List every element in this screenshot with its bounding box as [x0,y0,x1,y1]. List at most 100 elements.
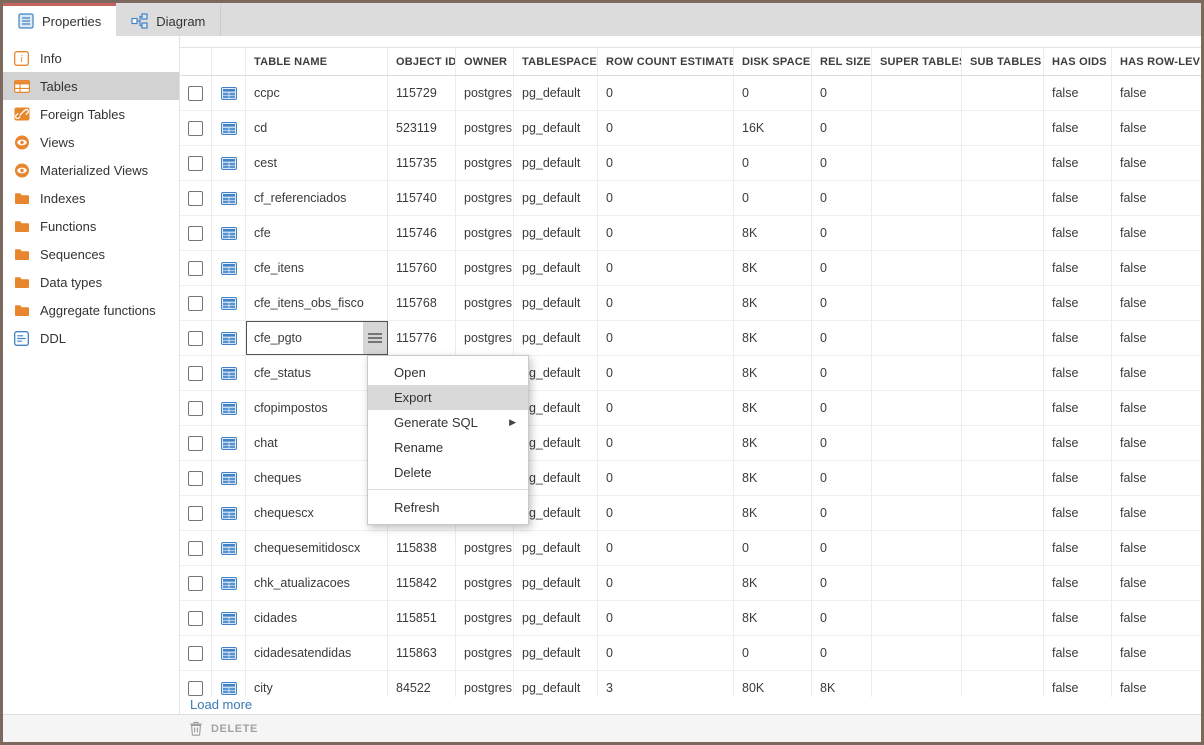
cell-relSize[interactable]: 0 [812,356,872,390]
menu-item-generate-sql[interactable]: Generate SQL▶ [368,410,528,435]
cell-diskSpace[interactable]: 8K [734,391,812,425]
cell-superTables[interactable] [872,426,962,460]
cell-relSize[interactable]: 0 [812,181,872,215]
cell-subTables[interactable] [962,671,1044,697]
cell-relSize[interactable]: 0 [812,111,872,145]
cell-hasOids[interactable]: false [1044,181,1112,215]
row-checkbox[interactable] [188,296,203,311]
tab-diagram[interactable]: Diagram [116,3,221,36]
cell-rowCountEstimate[interactable]: 0 [598,496,734,530]
cell-tablespace[interactable]: pg_default [514,286,598,320]
cell-subTables[interactable] [962,496,1044,530]
cell-diskSpace[interactable]: 8K [734,356,812,390]
cell-relSize[interactable]: 0 [812,216,872,250]
cell-tablespace[interactable]: pg_default [514,531,598,565]
table-row[interactable]: chequespg_default08K0falsefalse [180,461,1201,496]
row-checkbox[interactable] [188,576,203,591]
cell-superTables[interactable] [872,391,962,425]
cell-name[interactable]: cidades [246,601,388,635]
delete-button[interactable]: DELETE [189,721,258,736]
menu-item-refresh[interactable]: Refresh [368,495,528,520]
cell-rowCountEstimate[interactable]: 0 [598,426,734,460]
cell-diskSpace[interactable]: 0 [734,146,812,180]
cell-rowCountEstimate[interactable]: 0 [598,76,734,110]
row-checkbox[interactable] [188,86,203,101]
row-checkbox[interactable] [188,261,203,276]
cell-diskSpace[interactable]: 8K [734,461,812,495]
tab-properties[interactable]: Properties [3,3,116,36]
row-checkbox[interactable] [188,191,203,206]
cell-relSize[interactable]: 0 [812,496,872,530]
table-row[interactable]: ccpc115729postgrespg_default000falsefals… [180,76,1201,111]
cell-owner[interactable]: postgres [456,566,514,600]
cell-hasOids[interactable]: false [1044,111,1112,145]
cell-subTables[interactable] [962,286,1044,320]
cell-name[interactable]: cf_referenciados [246,181,388,215]
cell-objectId[interactable]: 115740 [388,181,456,215]
cell-rowCountEstimate[interactable]: 0 [598,636,734,670]
cell-subTables[interactable] [962,426,1044,460]
cell-name[interactable]: cfe [246,216,388,250]
cell-name[interactable]: cfe_itens_obs_fisco [246,286,388,320]
cell-subTables[interactable] [962,531,1044,565]
cell-diskSpace[interactable]: 8K [734,426,812,460]
cell-tablespace[interactable]: pg_default [514,601,598,635]
cell-subTables[interactable] [962,321,1044,355]
cell-superTables[interactable] [872,356,962,390]
cell-hasRowLevel[interactable]: false [1112,111,1201,145]
sidebar-item-foreign-tables[interactable]: Foreign Tables [3,100,179,128]
cell-rowCountEstimate[interactable]: 0 [598,391,734,425]
cell-hasOids[interactable]: false [1044,216,1112,250]
cell-diskSpace[interactable]: 0 [734,636,812,670]
cell-rowCountEstimate[interactable]: 0 [598,146,734,180]
cell-relSize[interactable]: 0 [812,251,872,285]
cell-rowCountEstimate[interactable]: 0 [598,216,734,250]
cell-objectId[interactable]: 115863 [388,636,456,670]
cell-diskSpace[interactable]: 0 [734,531,812,565]
cell-objectId[interactable]: 115735 [388,146,456,180]
row-checkbox[interactable] [188,226,203,241]
cell-hasRowLevel[interactable]: false [1112,461,1201,495]
cell-hasRowLevel[interactable]: false [1112,286,1201,320]
cell-diskSpace[interactable]: 8K [734,601,812,635]
table-row[interactable]: cidades115851postgrespg_default08K0false… [180,601,1201,636]
cell-subTables[interactable] [962,76,1044,110]
cell-hasRowLevel[interactable]: false [1112,356,1201,390]
row-checkbox[interactable] [188,611,203,626]
cell-owner[interactable]: postgres [456,636,514,670]
cell-owner[interactable]: postgres [456,111,514,145]
cell-objectId[interactable]: 115838 [388,531,456,565]
cell-relSize[interactable]: 0 [812,461,872,495]
table-row[interactable]: cidadesatendidas115863postgrespg_default… [180,636,1201,671]
cell-name[interactable]: cest [246,146,388,180]
row-checkbox[interactable] [188,121,203,136]
cell-superTables[interactable] [872,181,962,215]
cell-hasOids[interactable]: false [1044,286,1112,320]
cell-subTables[interactable] [962,216,1044,250]
cell-relSize[interactable]: 0 [812,146,872,180]
cell-diskSpace[interactable]: 0 [734,76,812,110]
cell-rowCountEstimate[interactable]: 0 [598,601,734,635]
table-row[interactable]: cfe_itens_obs_fisco115768postgrespg_defa… [180,286,1201,321]
cell-hasRowLevel[interactable]: false [1112,391,1201,425]
cell-objectId[interactable]: 84522 [388,671,456,697]
table-row[interactable]: cfe_statuspg_default08K0falsefalse [180,356,1201,391]
cell-hasRowLevel[interactable]: false [1112,566,1201,600]
cell-rowCountEstimate[interactable]: 0 [598,566,734,600]
table-row[interactable]: cf_referenciados115740postgrespg_default… [180,181,1201,216]
cell-name[interactable]: cidadesatendidas [246,636,388,670]
row-checkbox[interactable] [188,646,203,661]
cell-tablespace[interactable]: pg_default [514,216,598,250]
row-checkbox[interactable] [188,471,203,486]
row-checkbox[interactable] [188,366,203,381]
cell-diskSpace[interactable]: 16K [734,111,812,145]
cell-rowCountEstimate[interactable]: 0 [598,111,734,145]
menu-item-rename[interactable]: Rename [368,435,528,460]
cell-rowCountEstimate[interactable]: 3 [598,671,734,697]
row-checkbox[interactable] [188,541,203,556]
cell-hasRowLevel[interactable]: false [1112,321,1201,355]
cell-relSize[interactable]: 8K [812,671,872,697]
cell-tablespace[interactable]: pg_default [514,321,598,355]
row-checkbox[interactable] [188,681,203,696]
cell-diskSpace[interactable]: 80K [734,671,812,697]
